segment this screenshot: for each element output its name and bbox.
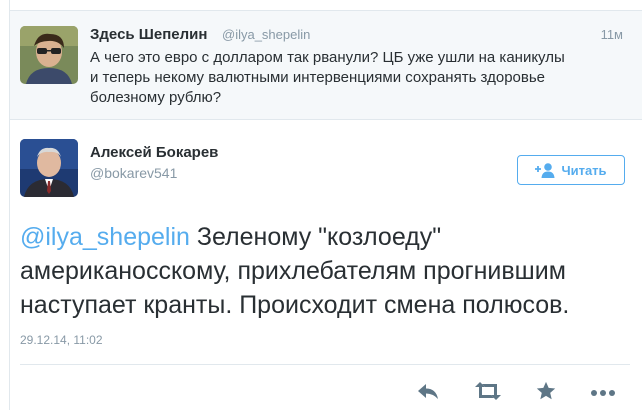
reply-icon [416,381,440,406]
tweet-text-line: наступает кранты. Происходит смена полюс… [20,291,570,319]
follow-user-icon [535,162,555,178]
author-handle[interactable]: @bokarev541 [90,165,177,181]
parent-text-line: и теперь некому валютными интервенциями … [90,69,546,86]
parent-display-name[interactable]: Здесь Шепелин [90,26,207,43]
follow-button[interactable]: Читать [517,155,625,185]
favorite-button[interactable] [528,378,564,408]
tweet-text: @ilya_shepelin Зеленому "козлоеду" амери… [20,220,620,322]
parent-text-line: А чего это евро с долларом так рванули? … [90,49,565,66]
divider [20,364,630,365]
parent-handle[interactable]: @ilya_shepelin [222,27,310,42]
more-button[interactable] [585,378,621,408]
retweet-icon [474,381,502,406]
parent-timestamp[interactable]: 11м [601,27,623,42]
retweet-button[interactable] [470,378,506,408]
parent-tweet-text: А чего это евро с долларом так рванули? … [90,48,630,108]
tweet-text-line: @ilya_shepelin Зеленому "козлоеду" [20,220,620,254]
avatar[interactable] [20,26,78,84]
author-display-name[interactable]: Алексей Бокарев [90,144,218,161]
tweet-date[interactable]: 29.12.14, 11:02 [20,333,103,347]
parent-tweet[interactable]: Здесь Шепелин @ilya_shepelin 11м А чего … [10,10,642,120]
tweet-text-line: американосскому, прихлебателям прогнивши… [20,257,566,285]
tweet-text-fragment: Зеленому "козлоеду" [189,223,442,251]
parent-text-line: болезному рублю? [90,89,222,106]
tweet-actions [10,378,642,408]
more-icon [590,384,616,402]
avatar[interactable] [20,139,78,197]
reply-button[interactable] [410,378,446,408]
follow-button-label: Читать [561,162,607,178]
tweet-detail-panel: Здесь Шепелин @ilya_shepelin 11м А чего … [9,0,642,410]
star-icon [535,380,557,407]
mention-link[interactable]: @ilya_shepelin [20,223,190,251]
